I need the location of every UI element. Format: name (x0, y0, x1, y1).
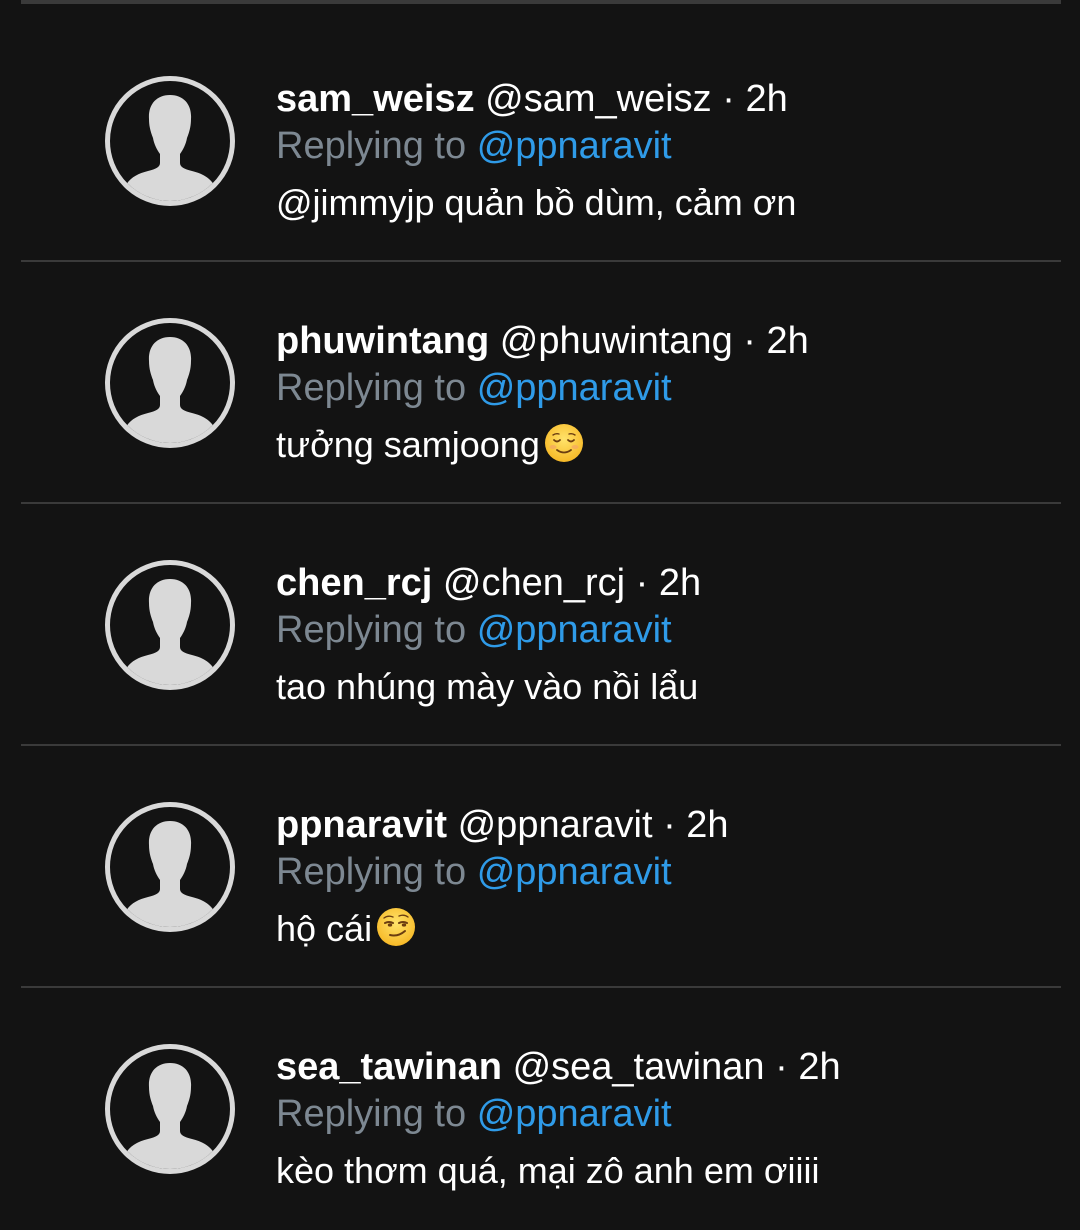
reply-item[interactable]: phuwintang @phuwintang · 2h Replying to … (0, 262, 1080, 504)
replying-to-link[interactable]: @ppnaravit (477, 367, 672, 409)
reply-header: sam_weisz @sam_weisz · 2h (276, 76, 1040, 122)
avatar[interactable] (105, 318, 235, 448)
replying-to-label: Replying to (276, 125, 467, 167)
reply-text-content: kèo thơm quá, mại zô anh em ơiiii (276, 1150, 820, 1191)
display-name[interactable]: sea_tawinan (276, 1046, 502, 1088)
reply-item[interactable]: sea_tawinan @sea_tawinan · 2h Replying t… (0, 988, 1080, 1230)
timestamp: 2h (745, 78, 788, 120)
replying-to-link[interactable]: @ppnaravit (477, 125, 672, 167)
reply-item[interactable]: ppnaravit @ppnaravit · 2h Replying to @p… (0, 746, 1080, 988)
replying-to-line: Replying to @ppnaravit (276, 606, 1040, 654)
replying-to-line: Replying to @ppnaravit (276, 848, 1040, 896)
reply-content: sea_tawinan @sea_tawinan · 2h Replying t… (276, 1044, 1040, 1196)
user-handle[interactable]: @phuwintang (500, 320, 733, 362)
user-handle[interactable]: @sea_tawinan (513, 1046, 765, 1088)
reply-feed: sam_weisz @sam_weisz · 2h Replying to @p… (0, 0, 1080, 1209)
display-name[interactable]: sam_weisz (276, 78, 475, 120)
separator-dot: · (775, 1046, 788, 1088)
reply-item[interactable]: chen_rcj @chen_rcj · 2h Replying to @ppn… (0, 504, 1080, 746)
default-avatar-icon (124, 1063, 216, 1169)
reply-text-content: hộ cái (276, 908, 373, 949)
replying-to-label: Replying to (276, 609, 467, 651)
default-avatar-icon (124, 579, 216, 685)
default-avatar-icon (124, 821, 216, 927)
separator-dot: · (635, 562, 649, 604)
separator-dot: · (722, 78, 735, 120)
separator-dot: · (663, 804, 676, 846)
reply-text-content: tưởng samjoong (276, 424, 540, 465)
avatar[interactable] (105, 802, 235, 932)
reply-content: phuwintang @phuwintang · 2h Replying to … (276, 318, 1040, 470)
reply-header: ppnaravit @ppnaravit · 2h (276, 802, 1040, 848)
replying-to-line: Replying to @ppnaravit (276, 122, 1040, 170)
reply-content: sam_weisz @sam_weisz · 2h Replying to @p… (276, 76, 1040, 228)
timestamp: 2h (686, 804, 729, 846)
replying-to-link[interactable]: @ppnaravit (477, 851, 672, 893)
replying-to-label: Replying to (276, 1093, 467, 1135)
display-name[interactable]: phuwintang (276, 320, 489, 362)
separator-dot: · (743, 320, 756, 362)
reply-text: hộ cái (276, 904, 1040, 954)
reply-header: phuwintang @phuwintang · 2h (276, 318, 1040, 364)
avatar[interactable] (105, 1044, 235, 1174)
replying-to-line: Replying to @ppnaravit (276, 364, 1040, 412)
reply-content: ppnaravit @ppnaravit · 2h Replying to @p… (276, 802, 1040, 954)
replying-to-line: Replying to @ppnaravit (276, 1090, 1040, 1138)
display-name[interactable]: ppnaravit (276, 804, 447, 846)
reply-item[interactable]: sam_weisz @sam_weisz · 2h Replying to @p… (0, 20, 1080, 262)
user-handle[interactable]: @ppnaravit (458, 804, 653, 846)
default-avatar-icon (124, 337, 216, 443)
reply-text: kèo thơm quá, mại zô anh em ơiiii (276, 1146, 1040, 1196)
replying-to-link[interactable]: @ppnaravit (477, 1093, 672, 1135)
avatar[interactable] (105, 560, 235, 690)
user-handle[interactable]: @sam_weisz (485, 78, 712, 120)
timestamp: 2h (798, 1046, 841, 1088)
reply-header: sea_tawinan @sea_tawinan · 2h (276, 1044, 1040, 1090)
replying-to-label: Replying to (276, 851, 467, 893)
replying-to-label: Replying to (276, 367, 467, 409)
user-handle[interactable]: @chen_rcj (443, 562, 625, 604)
display-name[interactable]: chen_rcj (276, 562, 432, 604)
replying-to-link[interactable]: @ppnaravit (477, 609, 672, 651)
reply-text: tao nhúng mày vào nồi lẩu (276, 662, 1040, 712)
smirking-face-emoji-icon (377, 908, 416, 946)
timestamp: 2h (766, 320, 809, 362)
avatar[interactable] (105, 76, 235, 206)
reply-text: @jimmyjp quản bồ dùm, cảm ơn (276, 178, 1040, 228)
timestamp: 2h (658, 562, 702, 604)
reply-content: chen_rcj @chen_rcj · 2h Replying to @ppn… (276, 560, 1040, 712)
relieved-face-emoji-icon (544, 424, 583, 462)
reply-header: chen_rcj @chen_rcj · 2h (276, 560, 1040, 606)
default-avatar-icon (124, 95, 216, 201)
reply-text: tưởng samjoong (276, 420, 1040, 470)
reply-text-content: @jimmyjp quản bồ dùm, cảm ơn (276, 182, 797, 223)
reply-text-content: tao nhúng mày vào nồi lẩu (276, 666, 699, 707)
